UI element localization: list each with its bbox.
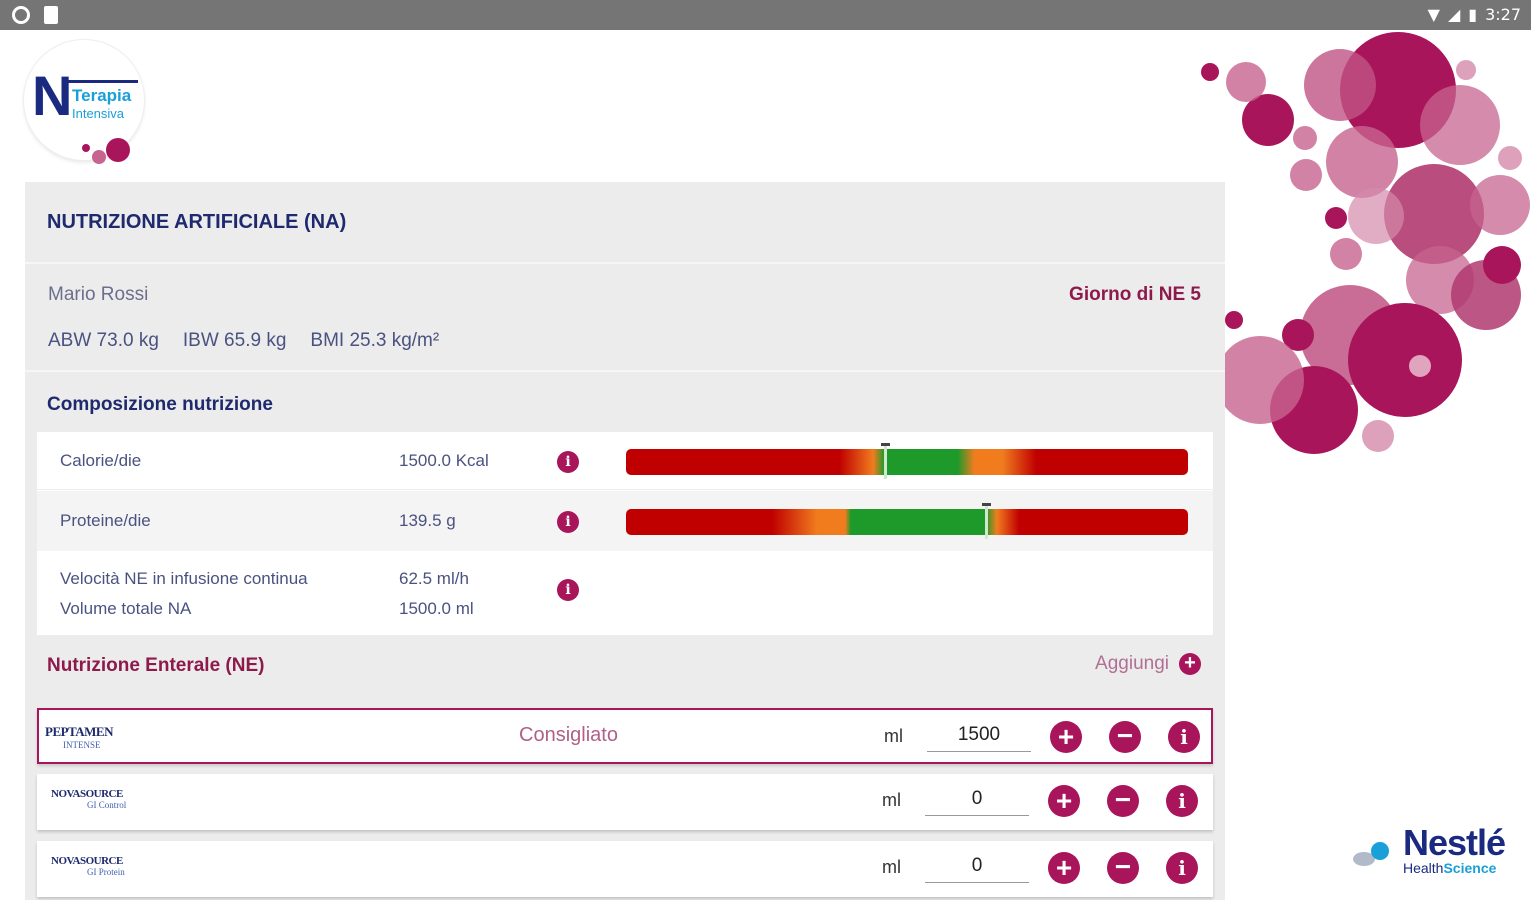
calories-gauge xyxy=(626,443,1188,479)
enteral-title: Nutrizione Enterale (NE) xyxy=(47,655,265,676)
bird-icon xyxy=(1371,842,1389,860)
clipboard-status-icon xyxy=(44,6,58,24)
bmi-value: BMI 25.3 kg/m² xyxy=(310,330,440,351)
brand-subtitle: HealthScience xyxy=(1403,860,1496,876)
product-logo: PEPTAMEN INTENSE xyxy=(45,724,145,754)
enteral-header: Nutrizione Enterale (NE) Aggiungi + xyxy=(25,645,1225,693)
status-bar: ▼ ◢ ▮ 3:27 xyxy=(0,0,1531,30)
decorative-bubbles xyxy=(1201,32,1530,454)
patient-name: Mario Rossi xyxy=(48,284,149,305)
proteins-gauge-marker xyxy=(981,503,991,539)
proteins-row: Proteine/die 139.5 g i xyxy=(37,491,1213,551)
product-logo-line2: GI Control xyxy=(87,800,127,810)
total-volume-label: Volume totale NA xyxy=(60,599,192,618)
panel-header: NUTRIZIONE ARTIFICIALE (NA) xyxy=(25,182,1225,264)
composition-title: Composizione nutrizione xyxy=(47,394,273,415)
infusion-rate-label: Velocità NE in infusione continua xyxy=(60,569,308,588)
infusion-rate-value: 62.5 ml/h xyxy=(399,569,469,588)
nestle-logo: Nestlé HealthScience xyxy=(1345,822,1515,882)
proteins-label: Proteine/die xyxy=(60,511,151,530)
app-logo: N Terapia Intensiva xyxy=(24,40,144,164)
product-logo-line1: NOVASOURCE xyxy=(51,788,123,800)
unit-label: ml xyxy=(882,857,901,877)
brand-sub-b: Science xyxy=(1443,860,1497,876)
decrease-button[interactable]: − xyxy=(1109,721,1141,753)
proteins-value: 139.5 g xyxy=(399,511,456,530)
abw-value: ABW 73.0 kg xyxy=(48,330,159,351)
settings-status-icon xyxy=(12,6,30,24)
composition-card: Calorie/die 1500.0 Kcal i Proteine/die 1… xyxy=(37,432,1213,635)
product-row-novasource-gi-protein[interactable]: NOVASOURCE GI Protein ml + − i xyxy=(37,841,1213,897)
patient-info: Mario Rossi Giorno di NE 5 ABW 73.0 kg I… xyxy=(25,264,1225,372)
product-logo-line2: INTENSE xyxy=(63,740,101,750)
increase-button[interactable]: + xyxy=(1048,785,1080,817)
increase-button[interactable]: + xyxy=(1048,852,1080,884)
infusion-row: Velocità NE in infusione continua 62.5 m… xyxy=(37,551,1213,635)
logo-line1: Terapia xyxy=(72,86,132,105)
brand-sub-a: Health xyxy=(1403,860,1444,876)
calories-info-icon[interactable]: i xyxy=(557,451,579,473)
decrease-button[interactable]: − xyxy=(1107,852,1139,884)
quantity-input[interactable] xyxy=(927,718,1031,752)
increase-button[interactable]: + xyxy=(1050,721,1082,753)
patient-metrics: ABW 73.0 kg IBW 65.9 kg BMI 25.3 kg/m² xyxy=(48,330,439,352)
logo-bubble xyxy=(92,150,106,164)
product-logo-line1: NOVASOURCE xyxy=(51,855,123,867)
product-row-novasource-gi-control[interactable]: NOVASOURCE GI Control ml + − i xyxy=(37,774,1213,830)
product-logo: NOVASOURCE GI Control xyxy=(51,788,151,818)
unit-label: ml xyxy=(884,726,903,746)
signal-icon: ◢ xyxy=(1447,5,1461,24)
proteins-gauge xyxy=(626,503,1188,539)
nutrition-day: Giorno di NE 5 xyxy=(1069,284,1201,305)
status-time: 3:27 xyxy=(1485,5,1521,24)
wifi-icon: ▼ xyxy=(1427,5,1440,24)
calories-label: Calorie/die xyxy=(60,451,142,470)
product-logo: NOVASOURCE GI Protein xyxy=(51,855,151,885)
quantity-input[interactable] xyxy=(925,849,1029,883)
total-volume-value: 1500.0 ml xyxy=(399,599,474,618)
logo-bubble xyxy=(82,144,90,152)
recommended-badge: Consigliato xyxy=(519,724,618,746)
battery-icon: ▮ xyxy=(1468,5,1478,24)
product-logo-line1: PEPTAMEN xyxy=(45,724,113,739)
calories-value: 1500.0 Kcal xyxy=(399,451,489,470)
add-label: Aggiungi xyxy=(1095,653,1169,674)
info-button[interactable]: i xyxy=(1168,721,1200,753)
calories-row: Calorie/die 1500.0 Kcal i xyxy=(37,432,1213,490)
quantity-input[interactable] xyxy=(925,782,1029,816)
decrease-button[interactable]: − xyxy=(1107,785,1139,817)
logo-letter: N xyxy=(32,64,73,127)
infusion-info-icon[interactable]: i xyxy=(557,579,579,601)
panel-title: NUTRIZIONE ARTIFICIALE (NA) xyxy=(47,210,347,233)
nutrition-panel: NUTRIZIONE ARTIFICIALE (NA) Mario Rossi … xyxy=(25,182,1225,900)
logo-bar xyxy=(68,80,138,83)
info-button[interactable]: i xyxy=(1166,785,1198,817)
plus-circle-icon: + xyxy=(1179,653,1201,675)
proteins-info-icon[interactable]: i xyxy=(557,511,579,533)
logo-line2: Intensiva xyxy=(72,106,125,121)
product-row-peptamen[interactable]: PEPTAMEN INTENSE Consigliato ml + − i xyxy=(37,708,1213,764)
product-logo-line2: GI Protein xyxy=(87,867,125,877)
calories-gauge-marker xyxy=(880,443,890,479)
info-button[interactable]: i xyxy=(1166,852,1198,884)
unit-label: ml xyxy=(882,790,901,810)
logo-bubble xyxy=(106,138,130,162)
brand-name: Nestlé xyxy=(1403,822,1506,863)
add-product-button[interactable]: Aggiungi + xyxy=(1095,653,1201,675)
ibw-value: IBW 65.9 kg xyxy=(182,330,287,351)
